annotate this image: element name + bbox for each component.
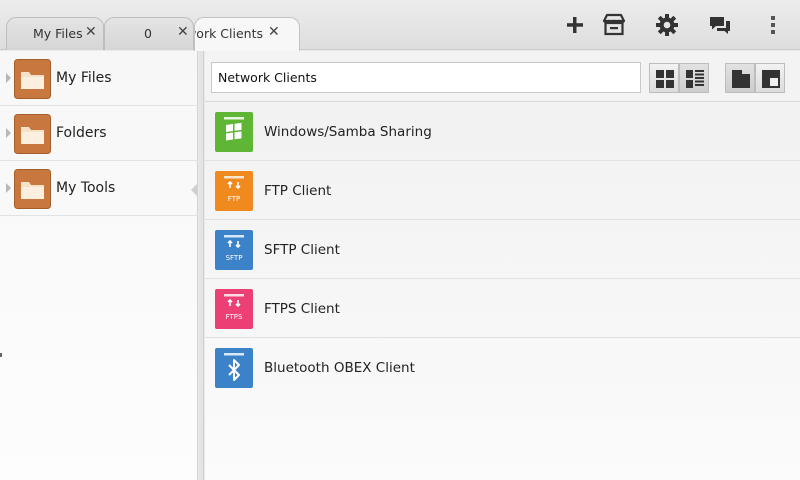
sidebar: My Files Folders My Tools [0,51,198,480]
top-bar: My Files ✕ 0 ✕ Network Clients ✕ [0,0,800,51]
close-icon[interactable]: ✕ [85,24,97,40]
list-item-windows-samba[interactable]: Windows/Samba Sharing [205,102,800,161]
close-icon[interactable]: ✕ [177,24,189,40]
list-view-button[interactable] [679,63,709,93]
folder-icon [14,114,51,154]
list-item-label: FTP Client [264,183,332,199]
gear-icon[interactable] [654,12,680,38]
bluetooth-icon [215,348,253,388]
list-item-label: Bluetooth OBEX Client [264,360,415,376]
sidebar-item-label: My Tools [56,180,116,196]
path-input[interactable] [211,62,641,93]
list-item-sftp-client[interactable]: SFTP SFTP Client [205,220,800,279]
tab-my-files[interactable]: My Files ✕ [6,17,104,50]
list-item-ftp-client[interactable]: FTP FTP Client [205,161,800,220]
grid-view-button[interactable] [649,63,679,93]
list-view-icon [686,70,704,88]
layout-split-button[interactable] [755,63,785,93]
pane-divider[interactable] [199,51,204,480]
sidebar-item-my-tools[interactable]: My Tools [0,161,198,216]
sidebar-item-folders[interactable]: Folders [0,106,198,161]
folder-icon [14,59,51,99]
close-icon[interactable]: ✕ [268,24,280,40]
more-icon[interactable] [760,12,786,38]
tab-label: 0 [144,26,152,41]
main-pane: Windows/Samba Sharing FTP FTP Client SFT… [205,51,800,480]
expand-arrow-icon[interactable] [6,128,11,138]
tab-label: Network Clients [195,26,263,41]
list-item-label: FTPS Client [264,301,340,317]
windows-icon [215,112,253,152]
edge-handle[interactable] [0,353,2,357]
list-item-label: Windows/Samba Sharing [264,124,432,140]
sftp-icon: SFTP [215,230,253,270]
tab-zero[interactable]: 0 ✕ [104,17,194,50]
layout-single-icon [732,70,750,88]
grid-view-icon [656,70,674,88]
sidebar-item-label: Folders [56,125,107,141]
layout-single-button[interactable] [725,63,755,93]
sidebar-item-label: My Files [56,70,112,86]
tab-network-clients[interactable]: Network Clients ✕ [194,17,300,51]
sidebar-item-my-files[interactable]: My Files [0,51,198,106]
add-icon[interactable] [562,12,588,38]
store-icon[interactable] [601,12,627,38]
list-item-label: SFTP Client [264,242,340,258]
path-toolbar [205,51,800,102]
chat-icon[interactable] [707,12,733,38]
expand-arrow-icon[interactable] [6,73,11,83]
ftps-badge: FTPS [226,313,243,321]
sftp-badge: SFTP [226,254,243,262]
layout-split-icon [762,70,780,88]
ftps-icon: FTPS [215,289,253,329]
ftp-icon: FTP [215,171,253,211]
collapse-arrow-icon[interactable] [191,184,197,196]
expand-arrow-icon[interactable] [6,183,11,193]
ftp-badge: FTP [228,195,240,203]
folder-icon [14,169,51,209]
list-item-ftps-client[interactable]: FTPS FTPS Client [205,279,800,338]
list-item-bluetooth-obex[interactable]: Bluetooth OBEX Client [205,338,800,397]
tab-label: My Files [33,26,83,41]
